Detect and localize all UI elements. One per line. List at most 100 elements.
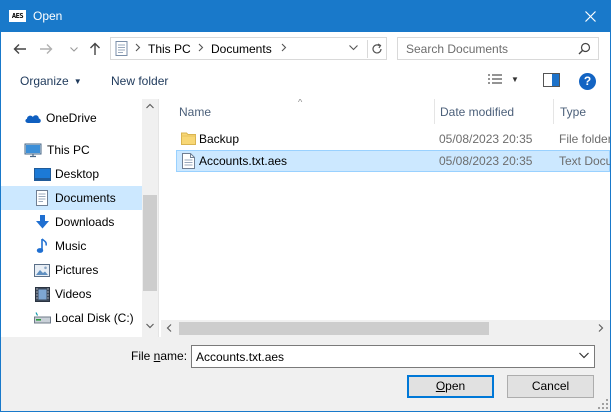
file-name-combobox[interactable] bbox=[191, 345, 595, 368]
nav-item-downloads[interactable]: Downloads bbox=[1, 210, 142, 234]
nav-item-desktop[interactable]: Desktop bbox=[1, 162, 142, 186]
sort-ascending-icon: ^ bbox=[298, 99, 303, 107]
videos-icon bbox=[33, 285, 51, 303]
music-icon bbox=[33, 237, 51, 255]
command-toolbar: Organize ▼ New folder ▼ ? bbox=[1, 65, 610, 99]
arrow-right-icon bbox=[40, 44, 53, 54]
file-row-backup[interactable]: Backup 05/08/2023 20:35 File folder bbox=[176, 128, 610, 150]
caret-down-icon: ▼ bbox=[73, 77, 82, 86]
scrollbar-thumb[interactable] bbox=[179, 322, 489, 335]
scroll-up-icon[interactable] bbox=[146, 103, 154, 109]
pictures-icon bbox=[33, 261, 51, 279]
nav-item-label: Music bbox=[55, 239, 87, 253]
chevron-right-icon[interactable] bbox=[135, 43, 141, 52]
file-date-modified: 05/08/2023 20:35 bbox=[439, 154, 533, 168]
arrow-up-icon bbox=[90, 42, 100, 55]
open-accelerator: O bbox=[435, 379, 446, 393]
file-icon bbox=[182, 153, 195, 169]
drive-icon bbox=[33, 309, 51, 327]
file-type: Text Document bbox=[559, 154, 610, 168]
open-button[interactable]: Open bbox=[407, 375, 494, 398]
navigation-bar: This PC Documents bbox=[1, 32, 610, 65]
nav-vertical-scrollbar[interactable] bbox=[142, 99, 158, 337]
organize-button[interactable]: Organize ▼ bbox=[20, 74, 82, 88]
nav-item-onedrive[interactable]: OneDrive bbox=[1, 106, 142, 130]
file-horizontal-scrollbar[interactable] bbox=[161, 320, 610, 337]
scroll-down-icon[interactable] bbox=[146, 323, 154, 329]
back-button[interactable] bbox=[10, 39, 30, 59]
scroll-right-icon[interactable] bbox=[598, 324, 604, 332]
refresh-button[interactable] bbox=[367, 40, 385, 58]
label-part: File bbox=[131, 349, 154, 363]
column-divider[interactable] bbox=[434, 99, 435, 124]
folder-icon bbox=[181, 132, 196, 145]
column-divider[interactable] bbox=[553, 99, 554, 124]
nav-item-label: Desktop bbox=[55, 167, 100, 181]
documents-icon bbox=[33, 189, 51, 207]
breadcrumb-documents[interactable]: Documents bbox=[211, 42, 272, 56]
title-bar[interactable]: AES Open bbox=[1, 1, 610, 32]
details-view-icon bbox=[488, 74, 502, 84]
help-button[interactable]: ? bbox=[579, 73, 596, 90]
address-bar[interactable]: This PC Documents bbox=[110, 37, 387, 60]
nav-item-videos[interactable]: Videos bbox=[1, 282, 142, 306]
desktop-icon bbox=[33, 165, 51, 183]
file-list: ^ Name Date modified Type Backup 05/08/2… bbox=[161, 99, 610, 337]
nav-item-music[interactable]: Music bbox=[1, 234, 142, 258]
file-name-input[interactable] bbox=[192, 346, 572, 367]
forward-button[interactable] bbox=[36, 39, 56, 59]
change-view-button[interactable]: ▼ bbox=[487, 73, 519, 85]
refresh-icon bbox=[371, 43, 382, 54]
downloads-icon bbox=[33, 213, 51, 231]
chevron-down-icon[interactable] bbox=[579, 352, 589, 359]
search-input[interactable] bbox=[398, 38, 574, 59]
preview-pane-icon bbox=[543, 73, 560, 87]
file-name: Backup bbox=[199, 132, 240, 146]
close-button[interactable] bbox=[570, 1, 610, 32]
up-button[interactable] bbox=[85, 39, 105, 59]
nav-item-this-pc[interactable]: This PC bbox=[1, 138, 142, 162]
resize-grip-icon[interactable] bbox=[598, 399, 608, 409]
address-dropdown-icon[interactable] bbox=[349, 43, 358, 52]
nav-item-documents[interactable]: Documents bbox=[1, 186, 142, 210]
cancel-button[interactable]: Cancel bbox=[507, 375, 594, 398]
nav-item-label: Local Disk (C:) bbox=[55, 311, 134, 325]
search-box[interactable] bbox=[397, 37, 599, 60]
label-part: ame: bbox=[160, 349, 188, 363]
column-header-type[interactable]: Type bbox=[560, 99, 586, 124]
computer-icon bbox=[24, 141, 42, 159]
nav-item-label: Downloads bbox=[55, 215, 115, 229]
nav-item-label: OneDrive bbox=[46, 111, 97, 125]
chevron-down-icon bbox=[70, 46, 78, 52]
open-label: pen bbox=[445, 379, 466, 393]
aes-app-icon: AES bbox=[9, 10, 26, 22]
nav-item-label: This PC bbox=[47, 143, 90, 157]
chevron-right-icon[interactable] bbox=[198, 43, 204, 52]
open-dialog: AES Open This PC Documents Search Docume… bbox=[0, 0, 611, 412]
file-date-modified: 05/08/2023 20:35 bbox=[439, 132, 533, 146]
recent-locations-button[interactable] bbox=[64, 39, 84, 59]
nav-item-local-disk[interactable]: Local Disk (C:) bbox=[1, 306, 142, 330]
column-header-name[interactable]: Name bbox=[179, 99, 211, 124]
nav-item-label: Videos bbox=[55, 287, 92, 301]
file-row-accounts[interactable]: Accounts.txt.aes 05/08/2023 20:35 Text D… bbox=[176, 150, 610, 172]
column-header-date-modified[interactable]: Date modified bbox=[440, 99, 514, 124]
file-name-label: File name: bbox=[131, 349, 187, 363]
nav-item-pictures[interactable]: Pictures bbox=[1, 258, 142, 282]
window-title: Open bbox=[33, 9, 63, 23]
documents-location-icon bbox=[115, 41, 128, 56]
breadcrumb-this-pc[interactable]: This PC bbox=[148, 42, 191, 56]
navigation-pane: OneDrive This PC Desktop Documents Downl… bbox=[1, 99, 158, 337]
scrollbar-thumb[interactable] bbox=[143, 195, 157, 291]
chevron-right-icon[interactable] bbox=[281, 43, 287, 52]
arrow-left-icon bbox=[13, 44, 26, 54]
preview-pane-button[interactable] bbox=[543, 73, 560, 90]
onedrive-icon bbox=[24, 109, 42, 127]
scroll-left-icon[interactable] bbox=[166, 324, 172, 332]
file-type: File folder bbox=[559, 132, 610, 146]
organize-label: Organize bbox=[20, 74, 69, 88]
nav-item-label: Documents bbox=[55, 191, 116, 205]
search-icon[interactable] bbox=[578, 42, 591, 55]
new-folder-button[interactable]: New folder bbox=[111, 74, 168, 88]
close-icon bbox=[584, 11, 596, 22]
